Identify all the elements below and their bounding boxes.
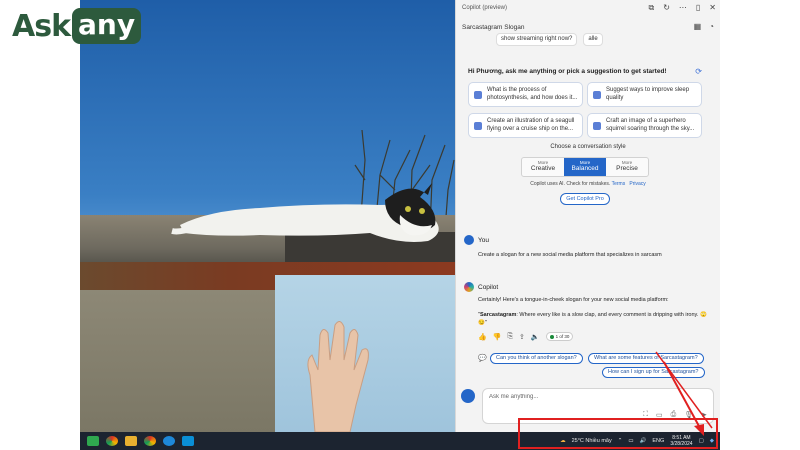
image-icon [474,122,482,130]
suggestion-text: Suggest ways to improve sleep quality [606,87,690,101]
suggestion-text: Create an illustration of a seagull flyi… [487,118,575,132]
style-large-label: Creative [530,165,556,172]
chat-input[interactable] [489,394,689,400]
export-icon[interactable]: ⇪ [519,333,525,341]
suggestion-text: Craft an image of a superhero squirrel s… [606,118,695,132]
terms-link[interactable]: Terms [612,181,626,187]
left-margin [0,0,80,432]
history-icon[interactable]: ◔ [709,22,714,31]
suggestion-card[interactable]: What is the process of photosynthesis, a… [468,82,583,107]
chrome-icon[interactable] [106,436,118,446]
user-message: Create a slogan for a new social media p… [478,252,662,258]
close-icon[interactable]: ✕ [709,3,716,13]
slogan-bold: Sarcastagram [479,312,517,318]
edge-icon[interactable] [163,436,175,446]
cat-image [171,183,439,242]
logo-part-ask: Ask [12,8,71,44]
message-actions: 👍 👎 ⎘ ⇪ 🔈 1 of 30 [478,332,574,341]
askany-logo: Ask any [12,8,142,44]
page-indicator: 1 of 30 [545,332,574,341]
user-avatar [464,235,474,245]
copilot-name: Copilot [478,284,499,291]
desktop-wallpaper [80,0,455,432]
style-balanced[interactable]: More Balanced [564,158,606,176]
style-creative[interactable]: More Creative [522,158,564,176]
copilot-panel: Copilot (preview) ⧉ ↻ ⋯ ▯ ✕ Sarcastagram… [455,0,720,432]
followup-chip[interactable]: How can I sign up for Sarcastagram? [602,367,705,378]
app-icon[interactable] [87,436,99,446]
logo-part-any: any [72,8,142,44]
get-copilot-pro-button[interactable]: Get Copilot Pro [560,193,610,205]
thumbs-up-icon[interactable]: 👍 [478,333,487,341]
chat-icon [593,91,601,99]
style-precise[interactable]: More Precise [606,158,648,176]
speaker-icon[interactable]: 🔈 [531,333,540,341]
user-name: You [478,237,489,244]
status-dot-icon [549,334,554,339]
more-icon[interactable]: ⋯ [679,3,687,13]
hand-image [307,321,369,432]
page-indicator-text: 1 of 30 [555,334,570,339]
prompt-carousel: show streaming right now? alle [496,33,716,47]
suggestion-card[interactable]: Craft an image of a superhero squirrel s… [587,113,702,138]
conversation-title: Sarcastagram Slogan [462,23,525,31]
screenshot: Ask any Copilot (preview) ⧉ ↻ ⋯ ▯ ✕ Sarc… [0,0,800,450]
thumbs-down-icon[interactable]: 👎 [493,333,502,341]
new-topic-button[interactable] [461,389,475,403]
carousel-chip[interactable]: show streaming right now? [496,33,578,46]
zalo-icon[interactable] [182,436,194,446]
disclaimer: Copilot uses AI. Check for mistakes. Ter… [456,181,720,187]
privacy-link[interactable]: Privacy [629,181,645,187]
conversation-style-label: Choose a conversation style [550,144,626,150]
window-controls: ⧉ ↻ ⋯ ▯ ✕ [648,3,716,13]
header-icons: ▦ ◔ [694,22,714,31]
copilot-slogan: "Sarcastagram: Where every like is a slo… [478,312,707,326]
annotation-box [518,418,718,449]
suggestion-card[interactable]: Suggest ways to improve sleep quality [587,82,702,107]
greeting-text: Hi Phương, ask me anything or pick a sug… [468,68,667,75]
conversation-style-toggle: More Creative More Balanced More Precise [521,157,649,177]
copilot-intro: Certainly! Here's a tongue-in-cheek slog… [478,297,669,303]
plugins-icon[interactable]: ▦ [694,22,702,31]
chrome-icon[interactable] [144,436,156,446]
conversation-header: Sarcastagram Slogan ▦ ◔ [462,22,714,32]
copilot-titlebar: Copilot (preview) ⧉ ↻ ⋯ ▯ ✕ [456,0,720,16]
followup-chip[interactable]: Can you think of another slogan? [490,353,583,364]
refresh-suggestions-icon[interactable]: ⟳ [695,67,702,76]
refresh-icon[interactable]: ↻ [663,3,670,13]
image-icon [593,122,601,130]
suggestion-card[interactable]: Create an illustration of a seagull flyi… [468,113,583,138]
window-title: Copilot (preview) [462,5,508,11]
style-large-label: Balanced [571,165,599,172]
open-external-icon[interactable]: ⧉ [648,3,654,13]
style-large-label: Precise [616,165,638,172]
wall-left [80,290,275,432]
followup-chip[interactable]: What are some features of Sarcastagram? [588,353,704,364]
chat-icon [474,91,482,99]
carousel-chip[interactable]: alle [583,33,603,46]
followup-icon: 💬 [478,355,487,362]
copy-icon[interactable]: ⎘ [507,333,513,341]
copilot-avatar [464,282,474,292]
right-margin [720,0,800,432]
file-explorer-icon[interactable] [125,436,137,446]
suggestions-grid: What is the process of photosynthesis, a… [468,82,702,138]
disclaimer-text: Copilot uses AI. Check for mistakes. [530,181,611,187]
suggestion-text: What is the process of photosynthesis, a… [487,87,578,101]
dock-icon[interactable]: ▯ [696,3,700,13]
